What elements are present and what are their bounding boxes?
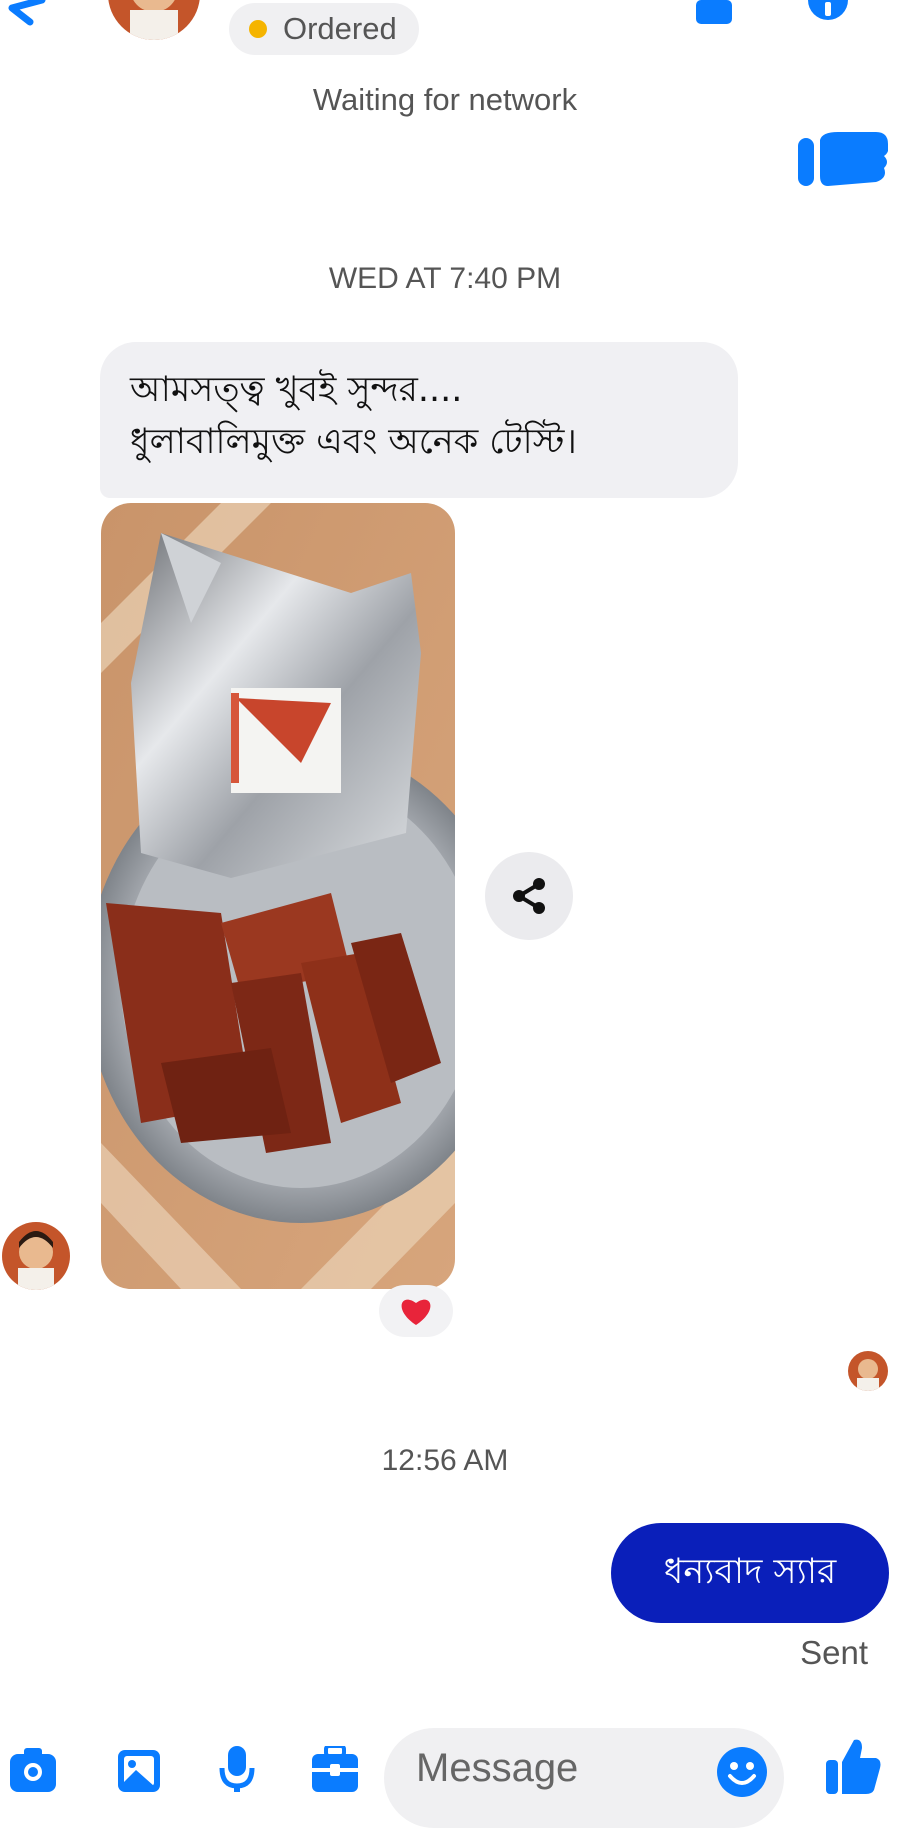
thumbs-up-icon [798, 132, 888, 186]
sender-avatar[interactable] [2, 1222, 70, 1290]
microphone-icon[interactable] [214, 1746, 260, 1792]
delivery-status: Sent [800, 1634, 868, 1671]
arrow-left-icon[interactable] [0, 0, 60, 30]
thumbs-up-icon[interactable] [826, 1738, 882, 1794]
share-icon [513, 878, 545, 914]
received-photo[interactable] [101, 503, 455, 1289]
sent-message-bubble[interactable]: ধন্যবাদ স্যার [611, 1523, 889, 1623]
image-icon[interactable] [116, 1746, 162, 1792]
timestamp: WED AT 7:40 PM [328, 262, 562, 295]
heart-reaction[interactable] [379, 1285, 453, 1337]
network-status: Waiting for network [312, 82, 578, 117]
timestamp: 12:56 AM [381, 1444, 509, 1477]
heart-icon [401, 1299, 431, 1325]
emoji-icon[interactable] [716, 1746, 768, 1798]
contact-avatar[interactable] [108, 0, 200, 40]
share-button[interactable] [485, 852, 573, 940]
message-line: ধুলাবালিমুক্ত এবং অনেক টেস্টি। [130, 422, 577, 462]
received-message-bubble[interactable]: আমসত্ত্ব খুবই সুন্দর.... ধুলাবালিমুক্ত এ… [100, 342, 738, 498]
phone-icon[interactable] [694, 0, 734, 26]
message-line: আমসত্ত্ব খুবই সুন্দর.... [130, 370, 463, 410]
camera-icon[interactable] [10, 1746, 56, 1792]
toolbox-icon[interactable] [312, 1746, 358, 1792]
seen-avatar [848, 1351, 888, 1391]
status-label: Ordered [283, 11, 397, 46]
order-status-chip[interactable]: Ordered [229, 3, 419, 55]
info-icon[interactable] [804, 0, 852, 26]
message-placeholder: Message [416, 1746, 579, 1790]
status-dot [249, 20, 267, 38]
